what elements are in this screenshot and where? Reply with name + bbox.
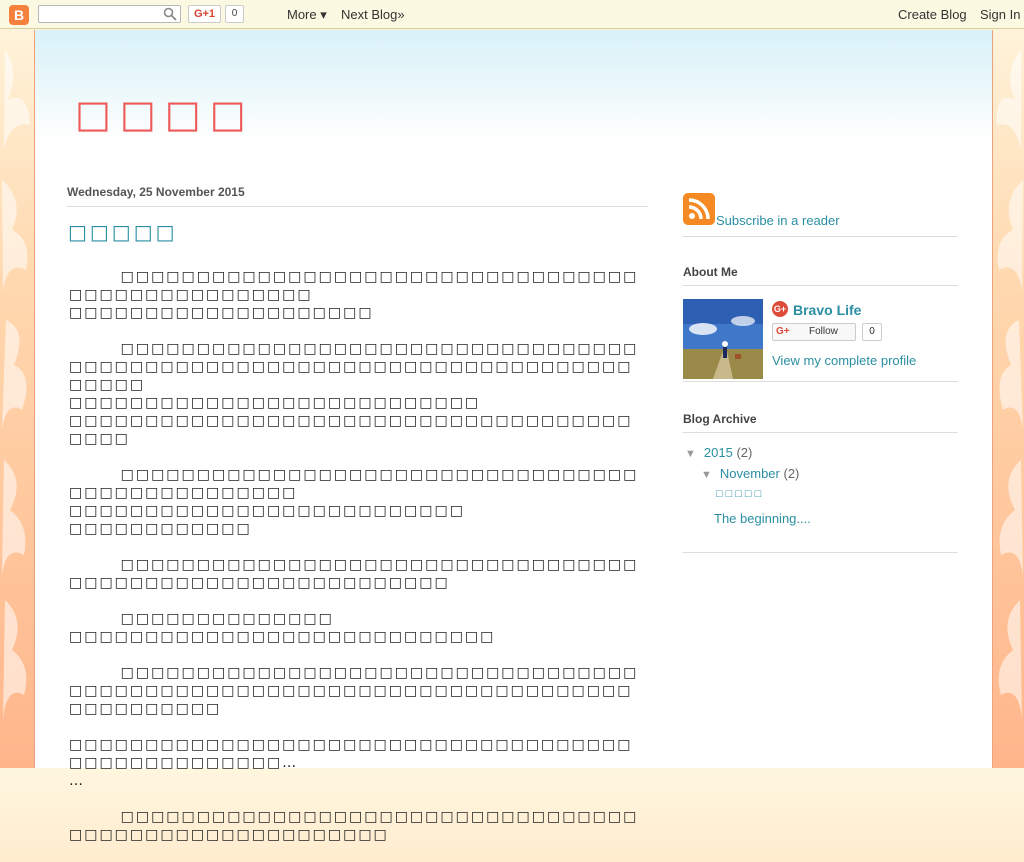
- follow-count: 0: [862, 323, 882, 341]
- post-paragraph: □□□□□□□□□□□□□□□□□□□□□□□□□□□□□□□□□□□□□□□□…: [69, 467, 639, 537]
- sidebar: Subscribe in a reader About Me G+ Bravo: [683, 190, 958, 553]
- blog-archive-widget: Blog Archive ▼ 2015 (2) ▼ November (2) □□□…: [683, 412, 958, 553]
- post-title[interactable]: □□□□□: [68, 220, 177, 244]
- rss-feed-icon[interactable]: [683, 193, 715, 225]
- profile-name-link[interactable]: Bravo Life: [793, 302, 861, 318]
- archive-post-link[interactable]: The beginning....: [714, 511, 811, 526]
- post-date: Wednesday, 25 November 2015: [67, 185, 648, 207]
- archive-month-november[interactable]: ▼ November (2): [701, 466, 799, 481]
- post-paragraph: □□□□□□□□□□□□□□□□□□□□□□□□□□□□□□□□□□□□□□□□…: [69, 737, 633, 789]
- blog-container: □□□□ Wednesday, 25 November 2015 □□□□□ □…: [34, 30, 993, 843]
- blogger-navbar: B G+1 0 More ▾ Next Blog» Create Blog Si…: [0, 0, 1024, 29]
- decorative-side-pattern-left: [0, 30, 34, 768]
- gplus-icon: G+: [776, 326, 790, 337]
- archive-month-label[interactable]: November: [720, 466, 780, 481]
- gplus-count: 0: [225, 5, 244, 23]
- decorative-side-pattern-right: [993, 30, 1024, 768]
- sign-in-link[interactable]: Sign In: [980, 7, 1020, 22]
- post-paragraph: □□□□□□□□□□□□□□□□□□□□□□□□□□□□□□□□□□□□□□□□…: [69, 665, 639, 717]
- gplus-badge-icon[interactable]: G+: [772, 301, 788, 317]
- post-paragraph: □□□□□□□□□□□□□□□□□□□□□□□□□□□□□□□□□□□□□□□□…: [69, 557, 639, 591]
- post-paragraph: □□□□□□□□□□□□□□□□□□□□□□□□□□□□□□□□□□□□□□□□…: [69, 809, 639, 843]
- gplus-one-button[interactable]: G+1: [188, 5, 221, 23]
- subscribe-in-reader-link[interactable]: Subscribe in a reader: [716, 213, 840, 228]
- next-blog-link[interactable]: Next Blog»: [341, 7, 405, 22]
- view-profile-link[interactable]: View my complete profile: [772, 353, 916, 368]
- subscribe-widget: Subscribe in a reader: [683, 190, 958, 237]
- about-me-title: About Me: [683, 265, 958, 286]
- post-paragraph: □□□□□□□□□□□□□□□□□□□□□□□□□□□□□□□□□□□□□□□□…: [69, 269, 639, 321]
- blog-archive-title: Blog Archive: [683, 412, 958, 433]
- follow-button[interactable]: G+ Follow: [772, 323, 856, 341]
- post-body: □□□□□□□□□□□□□□□□□□□□□□□□□□□□□□□□□□□□□□□□…: [69, 268, 645, 862]
- archive-year-count: (2): [736, 445, 753, 460]
- blog-header: □□□□: [35, 30, 992, 140]
- blogger-logo-icon[interactable]: B: [9, 5, 29, 25]
- about-me-widget: About Me G+ Bravo Life G+ Follow 0 View …: [683, 265, 958, 382]
- search-icon[interactable]: [163, 7, 177, 21]
- follow-label: Follow: [809, 326, 838, 337]
- blog-title[interactable]: □□□□: [75, 92, 255, 136]
- more-menu[interactable]: More ▾: [287, 7, 327, 23]
- archive-month-count: (2): [783, 466, 800, 481]
- profile-photo[interactable]: [683, 299, 763, 379]
- collapse-toggle-icon[interactable]: ▼: [701, 469, 712, 481]
- post-paragraph: □□□□□□□□□□□□□□□□□□□□□□□□□□□□□□□□□□□□□□□□…: [69, 341, 639, 447]
- archive-year-label[interactable]: 2015: [704, 445, 733, 460]
- search-input[interactable]: [38, 5, 181, 23]
- create-blog-link[interactable]: Create Blog: [898, 7, 967, 22]
- archive-year-2015[interactable]: ▼ 2015 (2): [685, 445, 752, 460]
- collapse-toggle-icon[interactable]: ▼: [685, 448, 696, 460]
- archive-post-link[interactable]: □□□□□: [716, 488, 764, 500]
- post-paragraph: □□□□□□□□□□□□□□ □□□□□□□□□□□□□□□□□□□□□□□□□…: [69, 611, 496, 645]
